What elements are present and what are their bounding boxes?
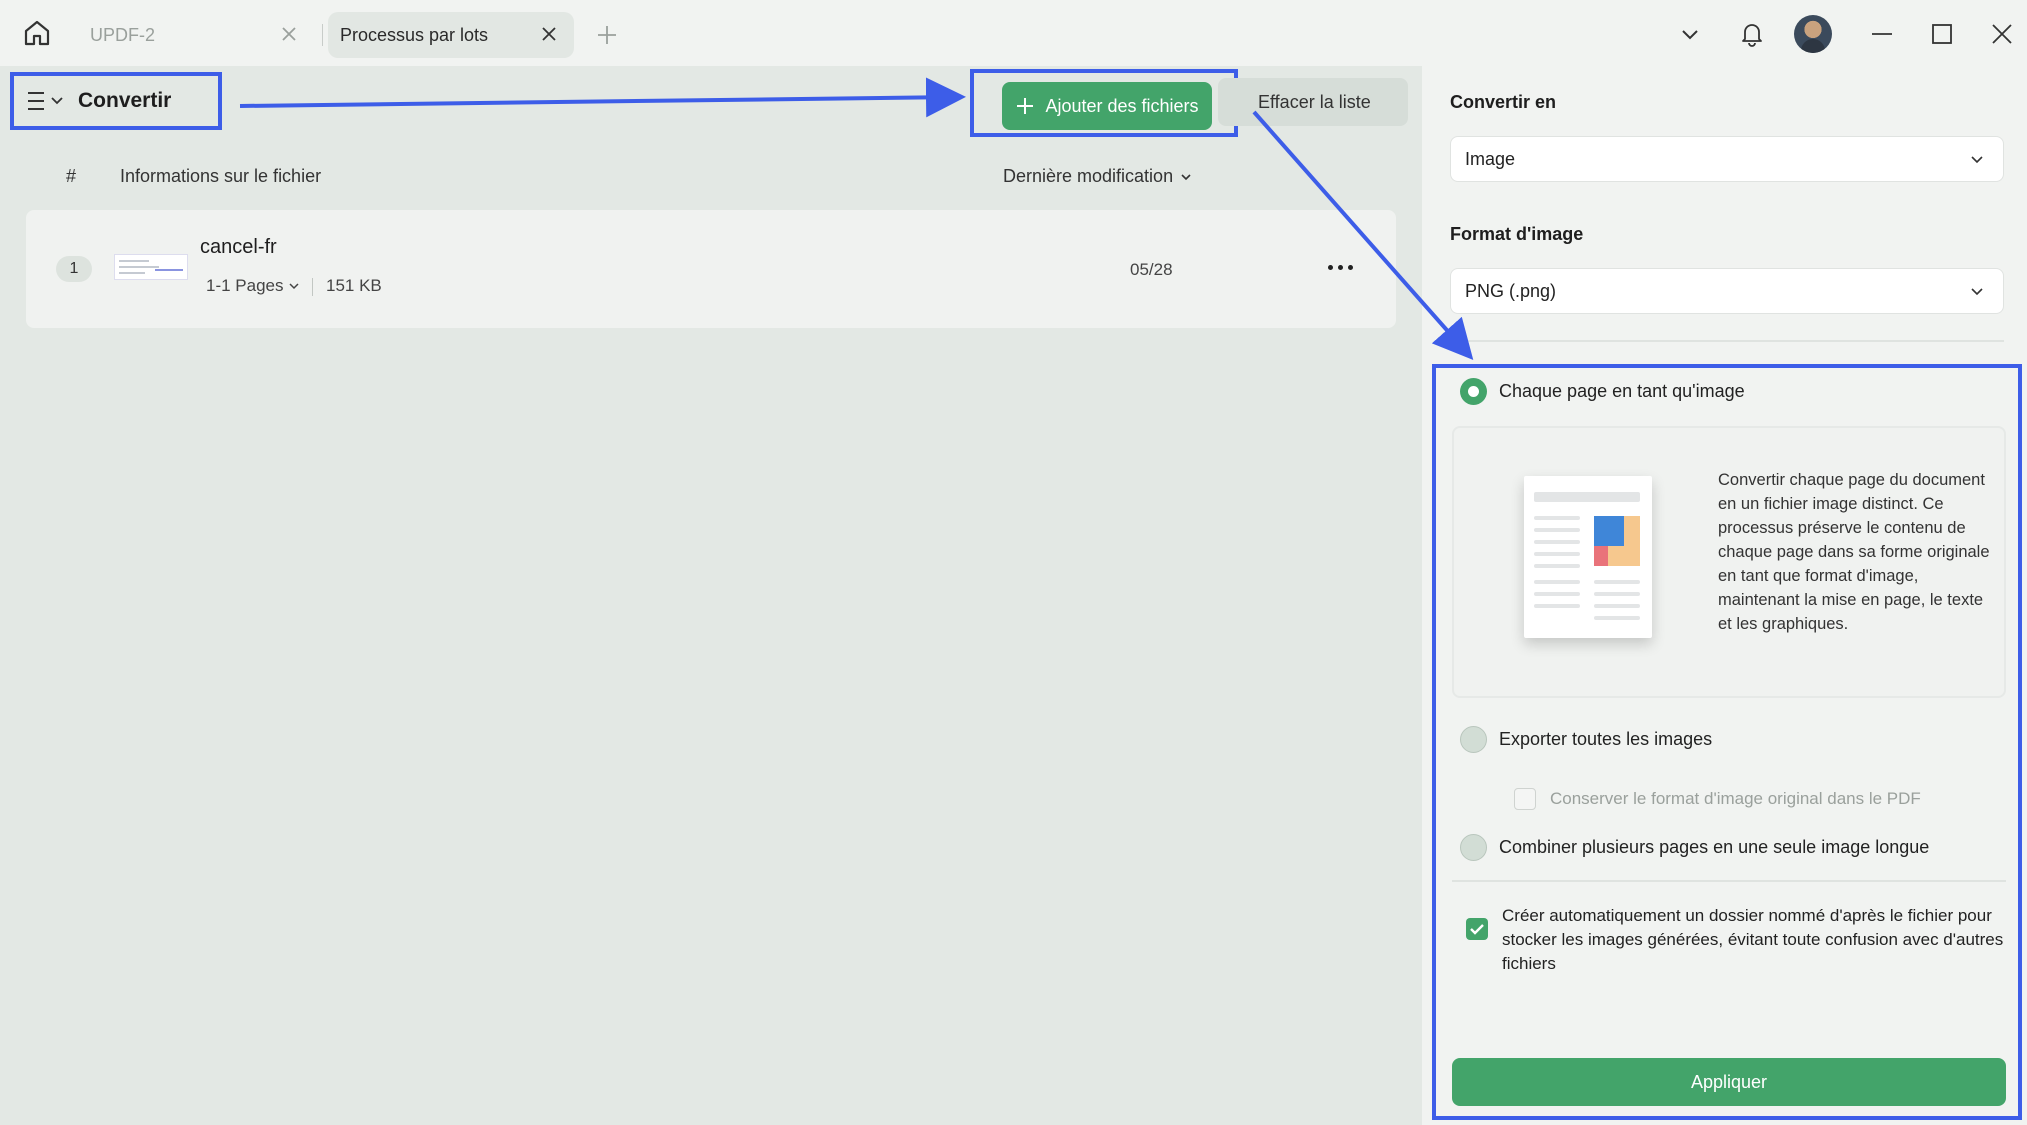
maximize-button[interactable]: [1926, 18, 1958, 50]
hamburger-icon[interactable]: [24, 86, 70, 116]
convert-to-value: Image: [1465, 148, 1516, 169]
minimize-icon: [1872, 33, 1892, 35]
column-last-modified-label: Dernière modification: [1003, 166, 1174, 186]
page-range-label: 1-1 Pages: [206, 276, 284, 295]
file-list-panel: Convertir Ajouter des fichiers Effacer l…: [0, 66, 1422, 1125]
table-row[interactable]: 1 cancel-fr 1-1 Pages 151 KB 05/28: [26, 210, 1396, 328]
option-export-images[interactable]: Exporter toutes les images: [1460, 726, 1712, 753]
plus-icon: [1017, 98, 1034, 114]
auto-folder-option[interactable]: Créer automatiquement un dossier nommé d…: [1466, 904, 2006, 976]
panel-divider: [1450, 340, 2004, 342]
document-illustration: [1524, 476, 1652, 638]
image-format-label: Format d'image: [1450, 224, 1584, 244]
option-combine-pages[interactable]: Combiner plusieurs pages en une seule im…: [1460, 834, 1929, 861]
conversion-options: Chaque page en tant qu'image Convertir c…: [1432, 364, 2022, 1120]
clear-list-label: Effacer la liste: [1258, 91, 1371, 112]
page-range-dropdown[interactable]: 1-1 Pages: [206, 276, 300, 296]
radio-unselected[interactable]: [1460, 726, 1487, 753]
chevron-down-icon: [288, 283, 299, 290]
meta-separator: [312, 278, 313, 296]
auto-folder-label: Créer automatiquement un dossier nommé d…: [1502, 906, 2004, 973]
image-format-value: PNG (.png): [1465, 280, 1557, 301]
tab-batch-process[interactable]: Processus par lots: [328, 12, 574, 58]
tab-label: Processus par lots: [340, 24, 489, 45]
close-window-button[interactable]: [1986, 18, 2018, 50]
file-date: 05/28: [1130, 260, 1173, 279]
file-thumbnail: [114, 254, 188, 280]
keep-format-checkbox[interactable]: [1514, 788, 1536, 810]
file-size: 151 KB: [326, 276, 382, 295]
chevron-down-icon: [1181, 173, 1191, 180]
home-button[interactable]: [20, 16, 54, 50]
convert-to-label: Convertir en: [1450, 92, 1557, 112]
plus-icon[interactable]: [592, 20, 622, 50]
convert-to-select[interactable]: Image: [1450, 136, 2004, 182]
options-divider: [1452, 880, 2006, 882]
apply-button[interactable]: Appliquer: [1452, 1058, 2006, 1106]
column-number: #: [66, 166, 77, 186]
notifications-button[interactable]: [1736, 18, 1768, 50]
minimize-button[interactable]: [1866, 18, 1898, 50]
list-header: # Informations sur le fichier Dernière m…: [0, 166, 1422, 202]
avatar[interactable]: [1794, 15, 1832, 53]
keep-format-option[interactable]: Conserver le format d'image original dan…: [1514, 788, 1921, 810]
radio-selected[interactable]: [1460, 378, 1487, 405]
keep-format-label: Conserver le format d'image original dan…: [1550, 789, 1921, 808]
apply-label: Appliquer: [1690, 1071, 1768, 1092]
settings-panel: Convertir en Image Format d'image PNG (.…: [1422, 66, 2027, 1125]
radio-unselected[interactable]: [1460, 834, 1487, 861]
chevron-down-icon: [1971, 288, 1983, 296]
add-files-highlight: Ajouter des fichiers: [970, 69, 1238, 137]
option-label: Combiner plusieurs pages en une seule im…: [1499, 837, 1930, 857]
close-icon[interactable]: [538, 23, 560, 45]
auto-folder-checkbox[interactable]: [1466, 918, 1488, 940]
file-name: cancel-fr: [200, 236, 277, 258]
more-icon[interactable]: [1320, 252, 1360, 282]
row-index: 1: [56, 256, 92, 282]
tool-menu[interactable]: Convertir: [10, 72, 222, 130]
close-icon: [1992, 24, 2012, 44]
add-files-button[interactable]: Ajouter des fichiers: [1002, 82, 1212, 130]
chevron-down-icon: [1971, 156, 1983, 164]
column-last-modified[interactable]: Dernière modification: [1003, 166, 1193, 187]
close-icon[interactable]: [278, 23, 300, 45]
clear-list-button[interactable]: Effacer la liste: [1218, 78, 1408, 126]
tab-label: UPDF-2: [90, 24, 156, 45]
tab-list-button[interactable]: [1674, 18, 1706, 50]
column-file-info: Informations sur le fichier: [120, 166, 322, 186]
tab-updf-2[interactable]: UPDF-2: [78, 12, 314, 58]
chevron-down-icon: [1682, 30, 1698, 40]
tab-separator: [322, 24, 323, 46]
title-bar: UPDF-2 Processus par lots: [0, 0, 2027, 66]
bell-icon: [1742, 24, 1762, 47]
home-icon: [24, 20, 50, 46]
option-each-page[interactable]: Chaque page en tant qu'image: [1460, 378, 1745, 405]
check-icon: [1470, 924, 1484, 935]
add-files-label: Ajouter des fichiers: [1045, 95, 1199, 116]
option-label: Chaque page en tant qu'image: [1499, 381, 1745, 401]
option-label: Exporter toutes les images: [1499, 729, 1713, 749]
option-description: Convertir chaque page du document en un …: [1718, 471, 1990, 633]
page-title: Convertir: [78, 89, 172, 112]
option-description-card: Convertir chaque page du document en un …: [1452, 426, 2006, 698]
image-format-select[interactable]: PNG (.png): [1450, 268, 2004, 314]
maximize-icon: [1932, 24, 1952, 44]
